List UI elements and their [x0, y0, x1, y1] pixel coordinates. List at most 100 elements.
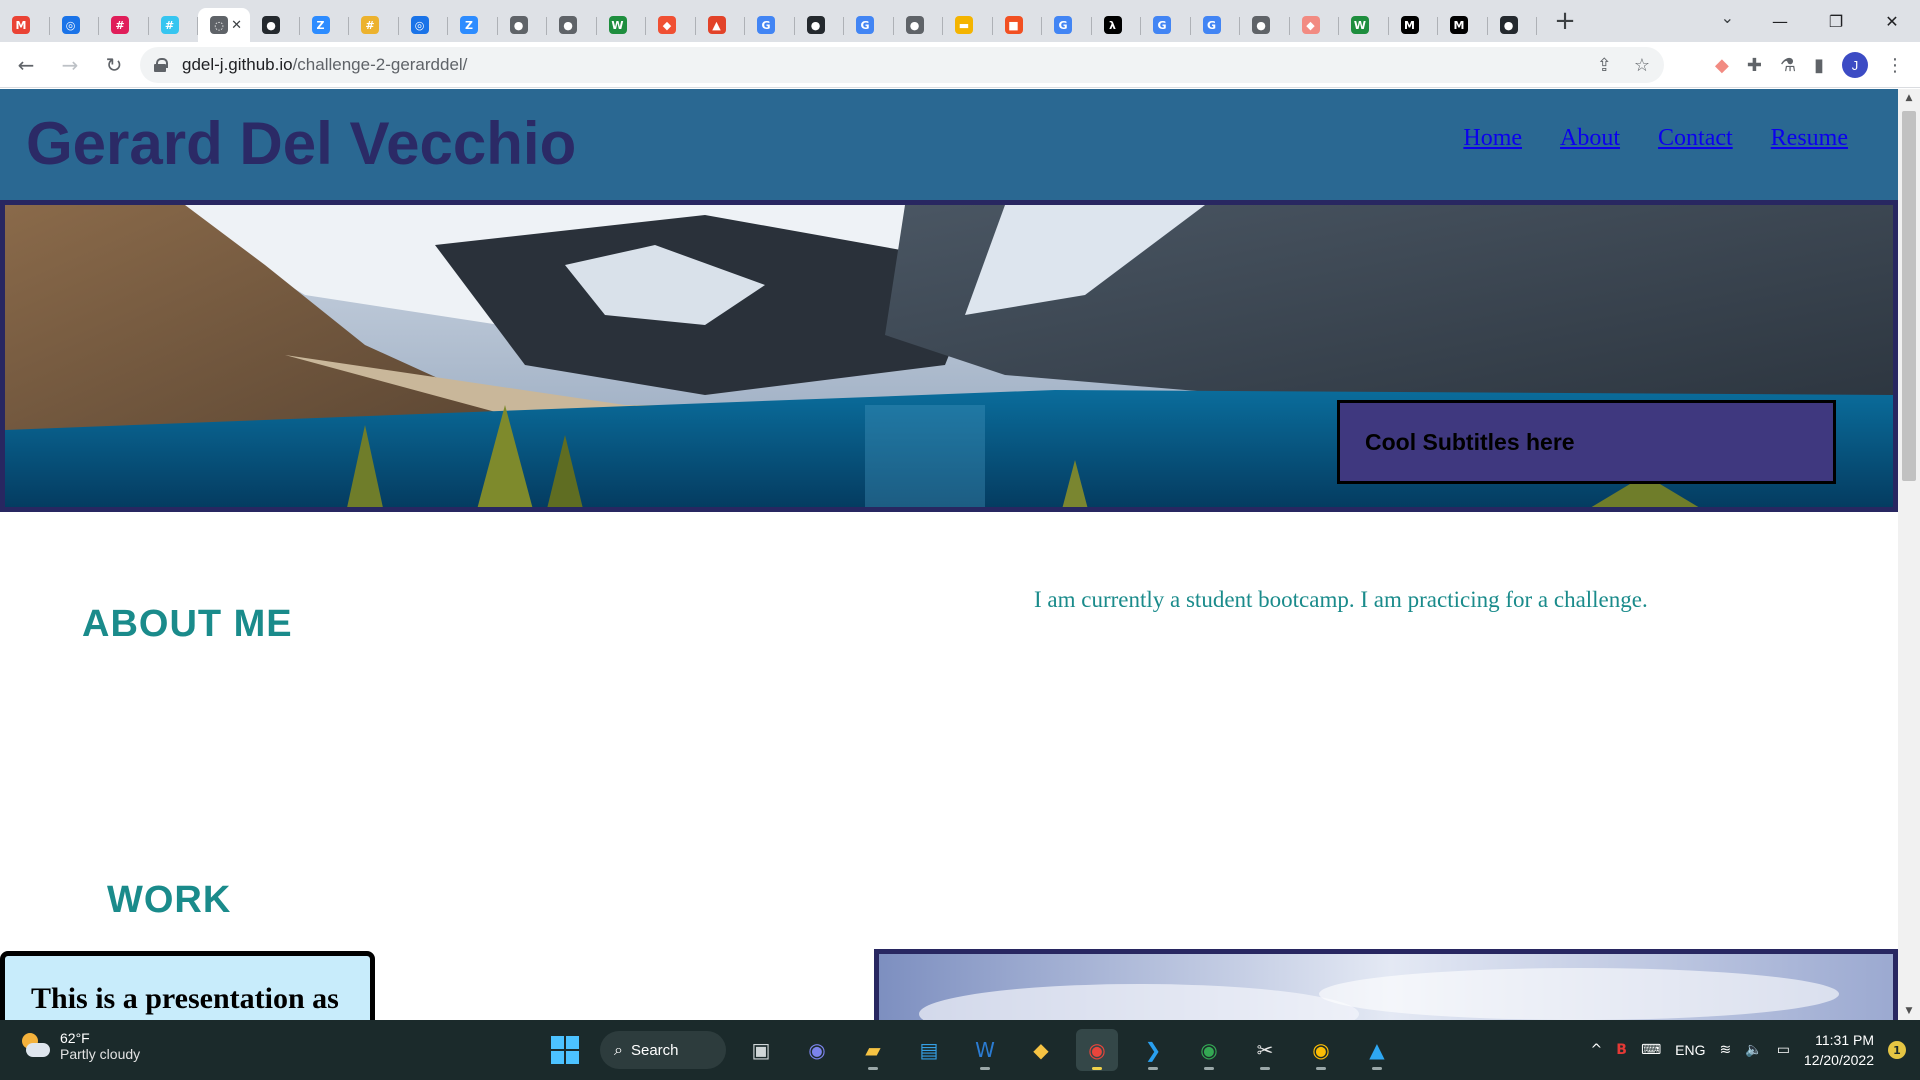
browser-tab[interactable]: ◌ ✕ [198, 8, 250, 42]
browser-tab[interactable]: ■ [993, 8, 1043, 42]
browser-tab[interactable]: ▬ [943, 8, 993, 42]
browser-tab[interactable]: G [1141, 8, 1191, 42]
file-explorer-icon[interactable]: ▰ [852, 1029, 894, 1071]
close-window-icon[interactable]: ✕ [1864, 12, 1920, 31]
browser-tab[interactable]: W [1339, 8, 1389, 42]
nav-link-home[interactable]: Home [1463, 125, 1522, 152]
m-icon: M [1400, 16, 1419, 34]
taskbar-search[interactable]: ⌕ Search [600, 1031, 726, 1069]
close-tab-icon[interactable]: ✕ [231, 18, 242, 33]
profile-avatar[interactable]: J [1842, 52, 1868, 78]
clock[interactable]: 11:31 PM 12/20/2022 [1804, 1030, 1874, 1070]
notification-badge[interactable]: 1 [1888, 1041, 1906, 1059]
reload-icon[interactable]: ↻ [96, 47, 132, 83]
side-panel-icon[interactable]: ▮ [1814, 55, 1824, 76]
browser-tab[interactable]: ▲ [696, 8, 746, 42]
hero-subtitle: Cool Subtitles here [1365, 428, 1575, 455]
google-icon: G [1054, 16, 1072, 34]
google-icon: G [757, 16, 775, 34]
chrome-icon[interactable]: ◉ [1300, 1029, 1342, 1071]
work-image[interactable] [874, 949, 1898, 1020]
word-icon[interactable]: W [964, 1029, 1006, 1071]
store-icon[interactable]: ▤ [908, 1029, 950, 1071]
flask-icon[interactable]: ⚗ [1780, 55, 1796, 76]
git-app-icon[interactable]: ◆ [1020, 1029, 1062, 1071]
photos-icon[interactable]: ▲ [1356, 1029, 1398, 1071]
share-icon[interactable]: ⇪ [1597, 55, 1612, 76]
browser-tab[interactable]: ◆ [646, 8, 696, 42]
browser-tab[interactable]: G [1191, 8, 1241, 42]
browser-tab[interactable]: Z [300, 8, 350, 42]
browser-tab[interactable]: ● [1488, 8, 1538, 42]
browser-tab[interactable]: M [1438, 8, 1488, 42]
browser-tab[interactable]: ◆ [1290, 8, 1340, 42]
back-arrow-icon[interactable]: ← [8, 47, 44, 83]
forward-arrow-icon[interactable]: → [52, 47, 88, 83]
wifi-icon[interactable]: ≋ [1720, 1042, 1732, 1058]
clock-date: 12/20/2022 [1803, 1052, 1874, 1068]
site-title: Gerard Del Vecchio [26, 110, 577, 177]
new-tab-button[interactable]: + [1547, 6, 1583, 36]
browser-tab[interactable]: # [149, 8, 199, 42]
browser-tab[interactable]: G [1042, 8, 1092, 42]
nav-link-contact[interactable]: Contact [1658, 125, 1733, 152]
volume-icon[interactable]: 🔈 [1745, 1042, 1762, 1058]
browser-tab[interactable]: ● [795, 8, 845, 42]
chrome-dev-icon[interactable]: ◉ [1076, 1029, 1118, 1071]
weather-widget[interactable]: 62°F Partly cloudy [20, 1030, 140, 1062]
teams-chat-icon[interactable]: ◉ [796, 1029, 838, 1071]
browser-tab[interactable]: ● [1240, 8, 1290, 42]
about-text: I am currently a student bootcamp. I am … [1034, 587, 1648, 612]
lock-icon[interactable] [154, 58, 168, 72]
show-hidden-icons-chevron-icon[interactable]: ^ [1591, 1042, 1603, 1058]
scroll-up-arrow-icon[interactable]: ▲ [1898, 89, 1920, 107]
browser-tab[interactable]: ● [250, 8, 300, 42]
browser-tab[interactable]: ● [498, 8, 548, 42]
extension-icon[interactable]: ◆ [1715, 55, 1729, 76]
browser-tab[interactable]: W [597, 8, 647, 42]
work-card[interactable]: This is a presentation as [0, 951, 375, 1020]
minimize-icon[interactable]: — [1752, 12, 1808, 31]
antivirus-icon[interactable]: B [1616, 1042, 1627, 1058]
chrome-circle-icon: ◎ [410, 16, 429, 34]
browser-tab[interactable]: ● [547, 8, 597, 42]
page-scrollbar[interactable]: ▲ ▼ [1898, 89, 1920, 1020]
chrome-profile-icon[interactable]: ◉ [1188, 1029, 1230, 1071]
nav-link-resume[interactable]: Resume [1771, 125, 1848, 152]
code-icon: λ [1103, 16, 1122, 34]
browser-tab[interactable]: # [349, 8, 399, 42]
search-icon: ⌕ [614, 1040, 623, 1059]
browser-tab[interactable]: G [844, 8, 894, 42]
w-icon: W [1351, 16, 1369, 34]
snipping-tool-icon[interactable]: ✂ [1244, 1029, 1286, 1071]
restore-icon[interactable]: ❐ [1808, 12, 1864, 31]
browser-tab[interactable]: ● [894, 8, 944, 42]
browser-tab[interactable]: Z [448, 8, 498, 42]
start-button[interactable] [544, 1029, 586, 1071]
more-menu-icon[interactable]: ⋮ [1886, 55, 1904, 76]
browser-tab[interactable]: ◎ [50, 8, 100, 42]
browser-tab[interactable]: # [99, 8, 149, 42]
nav-link-about[interactable]: About [1560, 125, 1620, 152]
browser-tab[interactable]: ◎ [399, 8, 449, 42]
address-bar[interactable]: gdel-j.github.io/challenge-2-gerarddel/ … [140, 47, 1664, 83]
search-label: Search [630, 1041, 679, 1059]
browser-tab[interactable]: M [1389, 8, 1439, 42]
scroll-down-arrow-icon[interactable]: ▼ [1898, 1002, 1920, 1020]
bookmark-star-icon[interactable]: ☆ [1634, 55, 1650, 76]
browser-tab[interactable]: λ [1092, 8, 1142, 42]
browser-tab[interactable]: M [0, 8, 50, 42]
language-indicator[interactable]: ENG [1675, 1042, 1705, 1058]
chrome-circle-icon: ◎ [61, 16, 80, 34]
slack-icon: # [160, 16, 179, 34]
extension-icon: ◆ [1301, 16, 1320, 34]
tab-search-chevron-icon[interactable]: ⌄ [1721, 8, 1734, 27]
task-view-icon[interactable]: ▣ [740, 1029, 782, 1071]
puzzle-extensions-icon[interactable]: ✚ [1747, 55, 1762, 76]
keyboard-icon[interactable]: ⌨ [1641, 1042, 1661, 1058]
vscode-icon[interactable]: ❯ [1132, 1029, 1174, 1071]
scroll-thumb[interactable] [1902, 111, 1916, 481]
browser-tab[interactable]: G [745, 8, 795, 42]
browser-toolbar: ← → ↻ gdel-j.github.io/challenge-2-gerar… [0, 42, 1920, 88]
battery-icon[interactable]: ▭ [1777, 1042, 1790, 1058]
